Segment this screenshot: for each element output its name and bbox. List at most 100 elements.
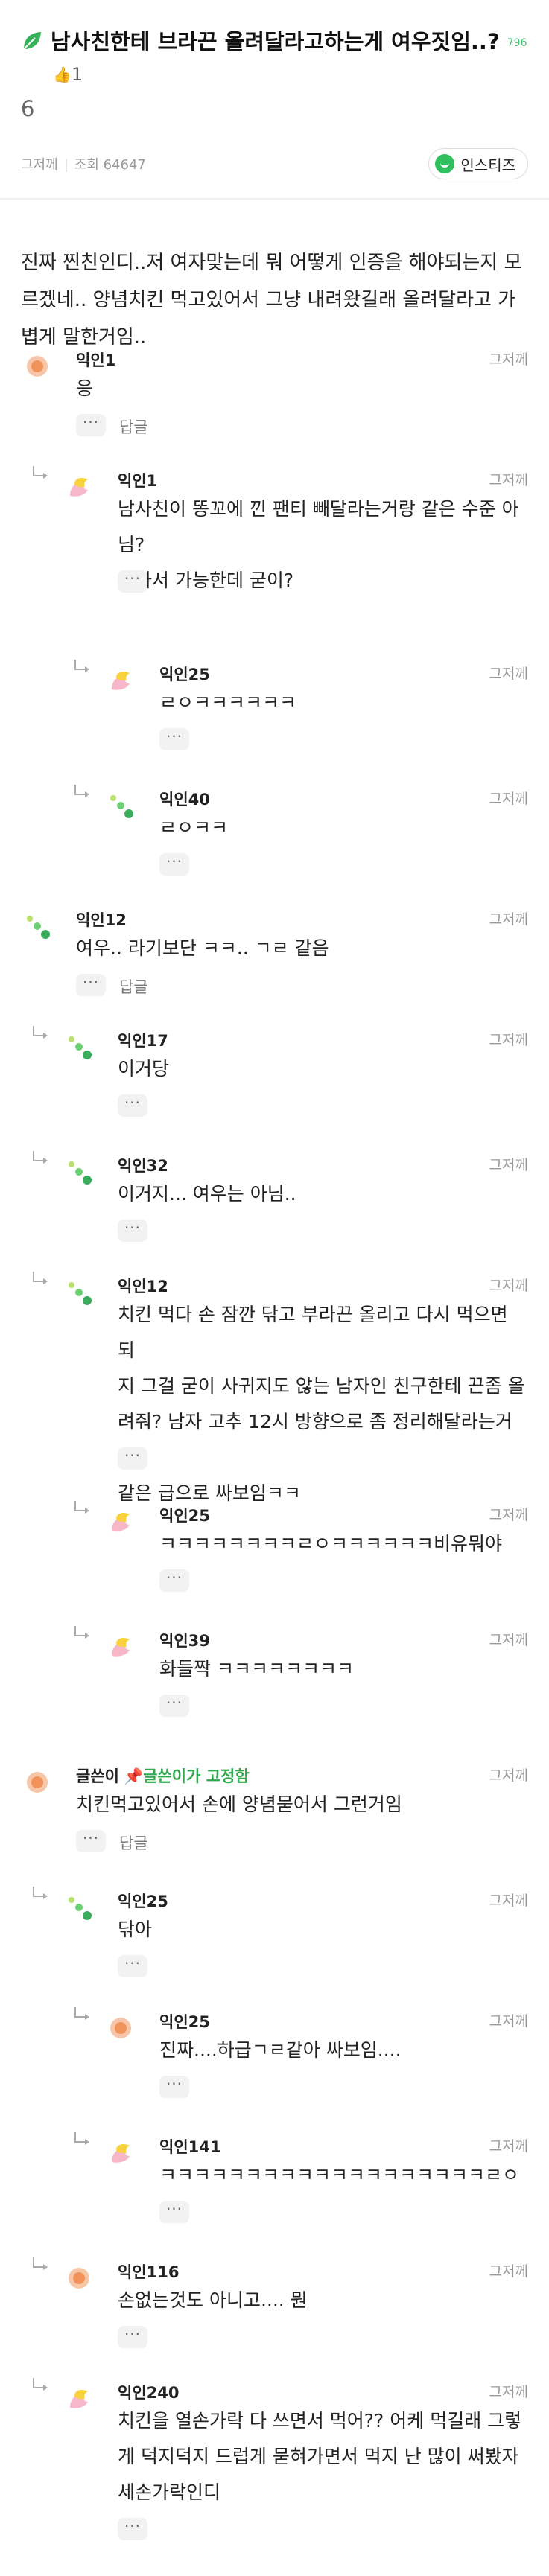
more-options-button[interactable]: ··· [118, 2326, 147, 2348]
reply-arrow-icon [74, 2132, 89, 2145]
comment-text: 진짜....하급ㄱㄹ같아 싸보임.... [159, 2033, 528, 2068]
comment-author[interactable]: 익인32 [118, 1154, 168, 1176]
comment-line: 치킨 먹다 손 잠깐 닦고 부라끈 올리고 다시 먹으면 되 [118, 1304, 508, 1361]
comment-text: 이거당 [118, 1051, 528, 1087]
comment-author[interactable]: 익인141 [159, 2135, 220, 2158]
comment-time: 그저께 [489, 2263, 528, 2280]
comment-author[interactable]: 익인1 [118, 469, 157, 491]
instiz-label: 인스티즈 [460, 156, 515, 174]
comment-author[interactable]: 익인12 [76, 908, 127, 931]
avatar [24, 913, 51, 940]
avatar [107, 667, 134, 694]
more-options-button[interactable]: ··· [118, 1094, 147, 1117]
comment-time: 그저께 [489, 2013, 528, 2030]
comment-line: 혼자서 가능한데 굳이? [118, 570, 294, 591]
avatar [107, 1633, 134, 1660]
more-options-button[interactable]: ··· [118, 570, 147, 593]
comment-line: 이거지... 여우는 아님.. [118, 1183, 296, 1205]
more-options-button[interactable]: ··· [159, 1695, 189, 1717]
reply-arrow-icon [74, 1501, 89, 1514]
green-dots-avatar-icon [110, 795, 133, 818]
more-options-button[interactable]: ··· [159, 2076, 189, 2098]
comment-line: ㅋㅋㅋㅋㅋㅋㅋㅋㅋㅋㅋㅋㅋㅋㅋㅋㅋㅋㅋㄹㅇ [159, 2164, 520, 2186]
comment-author[interactable]: 익인12 [118, 1275, 168, 1297]
comment-author[interactable]: 익인240 [118, 2381, 179, 2403]
comment-time: 그저께 [489, 1767, 528, 1784]
comment-text: 치킨 먹다 손 잠깐 닦고 부라끈 올리고 다시 먹으면 되지 그걸 굳이 사귀… [118, 1297, 528, 1511]
comment-text: 여우.. 라기보단 ㅋㅋ.. ㄱㄹ 같음 [76, 931, 528, 966]
like-count: 1 [71, 64, 83, 85]
more-options-button[interactable]: ··· [118, 1447, 147, 1470]
more-options-button[interactable]: ··· [76, 414, 106, 436]
instiz-share-button[interactable]: 인스티즈 [428, 148, 528, 179]
comment-time: 그저께 [489, 911, 528, 928]
green-dots-avatar-icon [27, 916, 50, 939]
comment-text: 닦아 [118, 1912, 528, 1948]
orange-ring-avatar-icon [69, 2268, 89, 2289]
instiz-logo-icon [435, 154, 455, 173]
more-options-button[interactable]: ··· [159, 728, 189, 750]
comment-time: 그저께 [489, 791, 528, 807]
comment-time: 그저께 [489, 1507, 528, 1523]
post-meta: 그저께 | 조회 64647 [21, 154, 146, 173]
reply-arrow-icon [33, 466, 48, 479]
comment-author[interactable]: 익인17 [118, 1029, 168, 1051]
comment-line: ㅋㅋㅋㅋㅋㅋㅋㅋㄹㅇㅋㅋㅋㅋㅋㅋ비유뭐야 [159, 1533, 503, 1555]
pony-avatar-icon [112, 2144, 130, 2163]
comment-line: ㄹㅇㅋㅋㅋㅋㅋㅋ [159, 692, 297, 713]
avatar [107, 792, 134, 819]
avatar [66, 474, 92, 500]
comment-line: 닦아 [118, 1919, 153, 1940]
comment-line: 응 [76, 377, 94, 399]
more-options-button[interactable]: ··· [159, 1569, 189, 1592]
comment-line: 치킨먹고있어서 손에 양념묻어서 그런거임 [76, 1794, 402, 1815]
comment-time: 그저께 [489, 1157, 528, 1173]
more-options-button[interactable]: ··· [76, 1830, 106, 1852]
more-options-button[interactable]: ··· [76, 974, 106, 996]
reply-arrow-icon [33, 1272, 48, 1284]
views-badge: 796 [507, 37, 527, 49]
comment-line: 지 그걸 굳이 사귀지도 않는 남자인 친구한테 끈좀 올 [118, 1375, 525, 1397]
comment-author[interactable]: 익인40 [159, 788, 210, 810]
comment-text: 치킨먹고있어서 손에 양념묻어서 그런거임 [76, 1787, 528, 1823]
avatar [107, 1508, 134, 1535]
thumbs-up-icon: 👍 [53, 66, 72, 83]
comment-author[interactable]: 글쓴이 📌글쓴이가 고정함 [76, 1764, 250, 1787]
post-title-text: 남사친한테 브라끈 올려달라고하는게 여우짓임..? [51, 29, 500, 54]
post-body: 진짜 찐친인디..저 여자맞는데 뭐 어떻게 인증을 해야되는지 모르겠네.. … [21, 252, 522, 348]
pony-avatar-icon [112, 672, 130, 690]
comment-text: ㄹㅇㅋㅋㅋㅋㅋㅋ [159, 685, 528, 721]
more-options-button[interactable]: ··· [159, 2201, 189, 2223]
comment-line: 세손가락인디 [118, 2481, 221, 2503]
comment-author[interactable]: 익인25 [118, 1890, 168, 1912]
comment-line: 진짜....하급ㄱㄹ같아 싸보임.... [159, 2039, 402, 2061]
comment-text: ㅋㅋㅋㅋㅋㅋㅋㅋㅋㅋㅋㅋㅋㅋㅋㅋㅋㅋㅋㄹㅇ [159, 2158, 528, 2193]
reply-button[interactable]: 답글 [119, 975, 148, 998]
post-title[interactable]: 남사친한테 브라끈 올려달라고하는게 여우짓임..? 796 👍1 [51, 27, 528, 89]
comment-line: 치킨을 열손가락 다 쓰면서 먹어?? 어케 먹길래 그렇 [118, 2410, 522, 2432]
post-date: 그저께 [21, 157, 58, 173]
reply-arrow-icon [74, 660, 89, 672]
orange-ring-avatar-icon [27, 1772, 48, 1793]
more-options-button[interactable]: ··· [118, 2518, 147, 2540]
reply-arrow-icon [33, 1026, 48, 1039]
avatar [24, 1769, 51, 1796]
comment-text: 치킨을 열손가락 다 쓰면서 먹어?? 어케 먹길래 그렇 게 덕지덕지 드럽게 … [118, 2403, 528, 2510]
comment-text: 화들짝 ㅋㅋㅋㅋㅋㅋㅋㅋ [159, 1651, 528, 1687]
more-options-button[interactable]: ··· [118, 1955, 147, 1977]
more-options-button[interactable]: ··· [159, 853, 189, 876]
avatar [66, 2265, 92, 2292]
comment-author[interactable]: 익인25 [159, 663, 210, 685]
comment-author[interactable]: 익인25 [159, 1504, 210, 1526]
reply-arrow-icon [33, 2257, 48, 2270]
more-options-button[interactable]: ··· [118, 1220, 147, 1242]
reply-button[interactable]: 답글 [119, 415, 148, 438]
comment-time: 그저께 [489, 472, 528, 488]
reply-button[interactable]: 답글 [119, 1831, 148, 1854]
comment-author[interactable]: 익인39 [159, 1629, 210, 1651]
comment-author[interactable]: 익인116 [118, 2260, 179, 2283]
comment-author[interactable]: 익인1 [76, 348, 115, 371]
comment-time: 그저께 [489, 1893, 528, 1909]
pony-avatar-icon [112, 1513, 130, 1531]
comment-author[interactable]: 익인25 [159, 2010, 210, 2033]
